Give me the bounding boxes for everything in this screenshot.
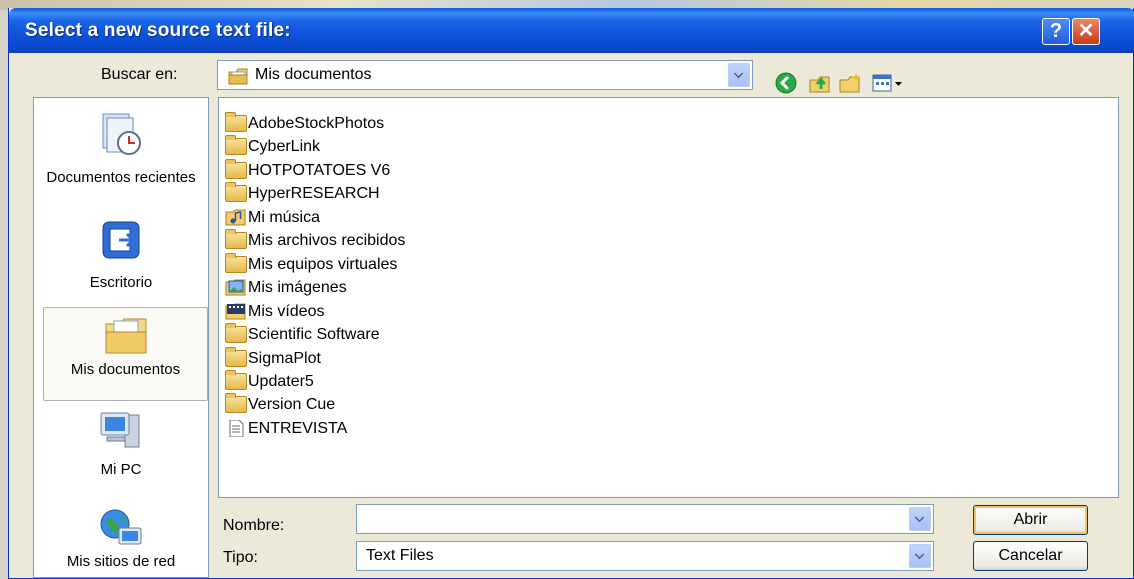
list-item[interactable]: CyberLink — [225, 134, 320, 158]
list-item[interactable]: Scientific Software — [225, 322, 380, 346]
place-desktop[interactable]: Escritorio — [36, 210, 206, 296]
music-folder-icon — [225, 209, 246, 225]
cancel-button[interactable]: Cancelar — [973, 541, 1088, 571]
place-my-documents[interactable]: Mis documentos — [43, 307, 208, 401]
text-file-icon — [229, 419, 244, 437]
title-bar[interactable]: Select a new source text file: ? ✕ — [9, 8, 1134, 53]
open-button[interactable]: Abrir — [973, 505, 1088, 535]
list-item[interactable]: HOTPOTATOES V6 — [225, 158, 390, 182]
filetype-dropdown[interactable]: Text Files — [356, 541, 934, 571]
background-left-edge — [0, 10, 8, 579]
look-in-label: Buscar en: — [101, 66, 178, 83]
list-item[interactable]: Mis vídeos — [225, 301, 324, 323]
list-item[interactable]: Mis equipos virtuales — [225, 252, 397, 276]
place-label: Documentos recientes — [46, 169, 196, 186]
pictures-folder-icon — [225, 279, 246, 295]
folder-icon — [225, 369, 247, 390]
close-button[interactable]: ✕ — [1072, 18, 1100, 45]
places-bar: Documentos recientes Escritorio Mis docu… — [33, 97, 209, 578]
list-item[interactable]: HyperRESEARCH — [225, 181, 380, 205]
folder-icon — [225, 252, 247, 273]
filename-label: Nombre: — [223, 517, 285, 534]
up-folder-icon[interactable] — [808, 71, 832, 95]
folder-icon — [225, 181, 247, 202]
place-label: Mi PC — [100, 461, 142, 478]
place-my-computer[interactable]: Mi PC — [36, 405, 206, 493]
filetype-value: Text Files — [366, 547, 434, 564]
help-button[interactable]: ? — [1042, 18, 1070, 45]
list-item[interactable]: Mi música — [225, 207, 320, 229]
chevron-down-icon — [914, 549, 925, 560]
place-recent-documents[interactable]: Documentos recientes — [36, 104, 206, 210]
file-list[interactable]: AdobeStockPhotos CyberLink HOTPOTATOES V… — [218, 97, 1119, 498]
list-item[interactable]: Updater5 — [225, 369, 314, 393]
dialog-title: Select a new source text file: — [25, 20, 291, 41]
place-label: Mis sitios de red — [66, 553, 176, 570]
new-folder-icon[interactable] — [838, 71, 862, 95]
look-in-dropdown-arrow[interactable] — [728, 63, 750, 87]
place-network-places[interactable]: Mis sitios de red — [36, 500, 206, 576]
my-computer-icon — [100, 412, 140, 448]
folder-icon — [225, 322, 247, 343]
place-label: Mis documentos — [70, 361, 181, 378]
network-places-icon — [100, 509, 142, 545]
folder-icon — [225, 346, 247, 367]
folder-icon — [225, 158, 247, 179]
view-menu-icon[interactable] — [871, 71, 905, 95]
folder-icon — [225, 392, 247, 413]
chevron-down-icon — [733, 68, 744, 79]
chevron-down-icon — [914, 512, 925, 523]
back-icon[interactable] — [774, 71, 798, 95]
list-item[interactable]: AdobeStockPhotos — [225, 111, 384, 135]
look-in-value: Mis documentos — [255, 66, 372, 83]
list-item[interactable]: Mis archivos recibidos — [225, 228, 405, 252]
list-item[interactable]: SigmaPlot — [225, 346, 321, 370]
my-documents-icon — [105, 318, 146, 354]
videos-folder-icon — [225, 303, 246, 319]
desktop-icon — [102, 221, 140, 259]
folder-icon — [225, 134, 247, 155]
folder-icon — [225, 111, 247, 132]
folder-icon — [225, 228, 247, 249]
look-in-dropdown[interactable]: Mis documentos — [217, 60, 753, 90]
my-documents-icon — [228, 68, 248, 85]
open-file-dialog: Select a new source text file: ? ✕ Busca… — [8, 8, 1134, 579]
filetype-label: Tipo: — [223, 549, 258, 566]
filetype-dropdown-arrow[interactable] — [909, 544, 931, 568]
list-item[interactable]: Mis imágenes — [225, 277, 347, 299]
recent-documents-icon — [102, 113, 141, 155]
place-label: Escritorio — [89, 274, 153, 291]
list-item[interactable]: Version Cue — [225, 392, 335, 416]
list-item[interactable]: ENTREVISTA — [225, 418, 347, 440]
filename-dropdown-arrow[interactable] — [909, 507, 931, 531]
filename-field[interactable] — [356, 504, 934, 534]
